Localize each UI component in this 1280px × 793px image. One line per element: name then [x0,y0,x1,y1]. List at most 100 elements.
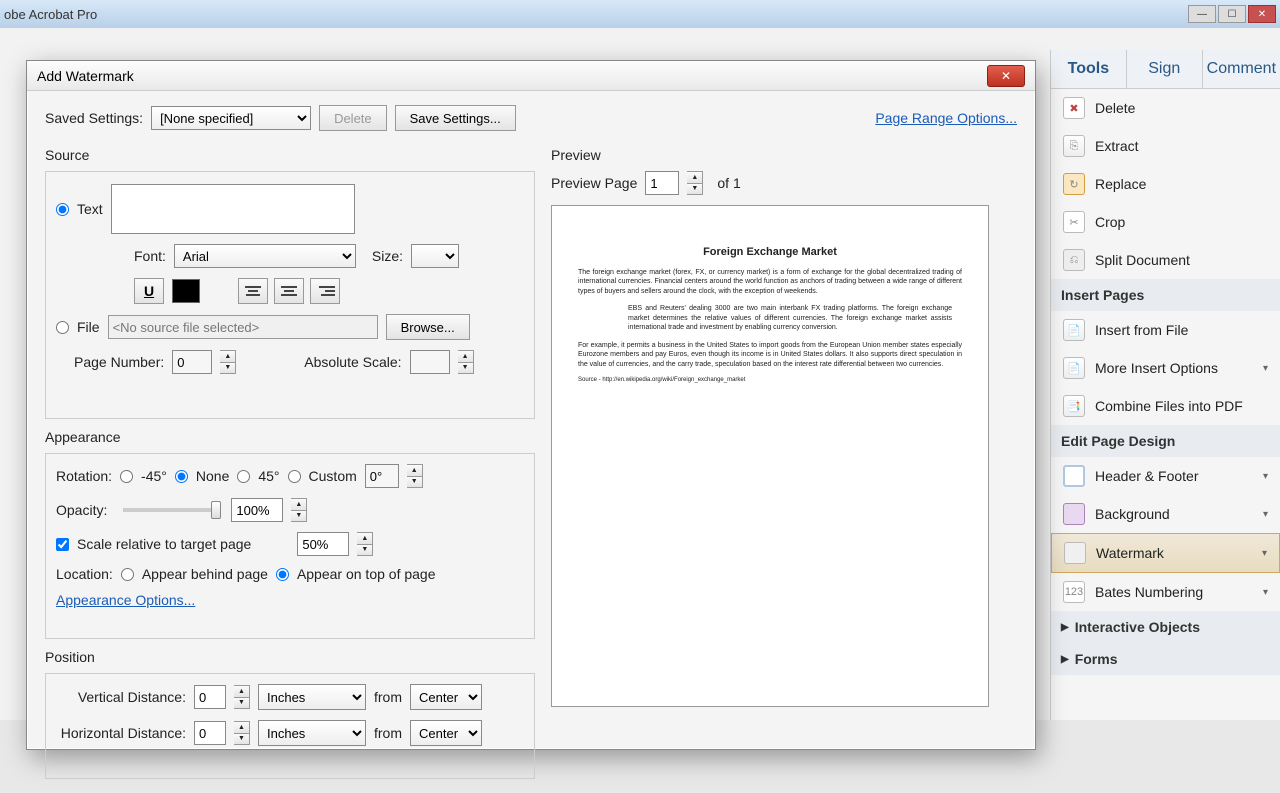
tab-sign[interactable]: Sign [1127,50,1203,88]
file-radio-label: File [77,319,100,335]
rotation-label: Rotation: [56,468,112,484]
vertical-from-select[interactable]: Center [410,684,482,710]
size-select[interactable] [411,244,459,268]
rotation-custom-radio[interactable] [288,470,301,483]
page-number-input[interactable] [172,350,212,374]
split-icon: ⎌ [1063,249,1085,271]
preview-source: Source - http://en.wikipedia.org/wiki/Fo… [578,377,745,383]
absolute-scale-input[interactable] [410,350,450,374]
app-title: obe Acrobat Pro [4,7,97,22]
color-swatch[interactable] [172,279,200,303]
interactive-objects-header[interactable]: ▶Interactive Objects [1051,611,1280,643]
align-right-button[interactable] [310,278,340,304]
right-rail: Tools Sign Comment ✖Delete ⎘Extract ↻Rep… [1050,50,1280,720]
preview-paragraph: The foreign exchange market (forex, FX, … [578,268,962,296]
rail-insert-from-file[interactable]: 📄Insert from File [1051,311,1280,349]
source-text-radio[interactable] [56,203,69,216]
appearance-options-link[interactable]: Appearance Options... [56,592,195,608]
file-path-field [108,315,378,339]
forms-header[interactable]: ▶Forms [1051,643,1280,675]
rail-delete[interactable]: ✖Delete [1051,89,1280,127]
chevron-down-icon: ▾ [1263,587,1268,598]
preview-page-label: Preview Page [551,175,637,191]
close-button[interactable]: ✕ [1248,5,1276,23]
page-number-spinner[interactable]: ▲▼ [220,350,236,374]
rotation-neg45-radio[interactable] [120,470,133,483]
minimize-button[interactable]: — [1188,5,1216,23]
combine-icon: 📑 [1063,395,1085,417]
rail-combine-pdf[interactable]: 📑Combine Files into PDF [1051,387,1280,425]
font-label: Font: [134,248,166,264]
rotation-none-radio[interactable] [175,470,188,483]
save-settings-button[interactable]: Save Settings... [395,105,516,131]
rotation-spinner[interactable]: ▲▼ [407,464,423,488]
rail-header-footer[interactable]: Header & Footer▾ [1051,457,1280,495]
rail-replace[interactable]: ↻Replace [1051,165,1280,203]
underline-button[interactable]: U [134,278,164,304]
location-behind-radio[interactable] [121,568,134,581]
background-icon [1063,503,1085,525]
location-top-radio[interactable] [276,568,289,581]
extract-icon: ⎘ [1063,135,1085,157]
delete-button[interactable]: Delete [319,105,387,131]
scale-spinner[interactable]: ▲▼ [357,532,373,556]
browse-button[interactable]: Browse... [386,314,470,340]
bates-icon: 123 [1063,581,1085,603]
crop-icon: ✂ [1063,211,1085,233]
dialog-title: Add Watermark [37,68,134,84]
rotation-45-radio[interactable] [237,470,250,483]
watermark-text-input[interactable] [111,184,355,234]
slider-thumb[interactable] [211,501,221,519]
titlebar: obe Acrobat Pro — ☐ ✕ [0,0,1280,28]
saved-settings-select[interactable]: [None specified] [151,106,311,130]
rail-bates[interactable]: 123Bates Numbering▾ [1051,573,1280,611]
tab-tools[interactable]: Tools [1051,50,1127,88]
font-select[interactable]: Arial [174,244,356,268]
rail-extract[interactable]: ⎘Extract [1051,127,1280,165]
horizontal-distance-input[interactable] [194,721,226,745]
triangle-right-icon: ▶ [1061,622,1069,633]
tab-comment[interactable]: Comment [1203,50,1280,88]
dialog-close-button[interactable]: ✕ [987,65,1025,87]
replace-icon: ↻ [1063,173,1085,195]
align-center-button[interactable] [274,278,304,304]
appearance-label: Appearance [45,429,535,445]
rotation-custom-input[interactable] [365,464,399,488]
more-insert-icon: 📄 [1063,357,1085,379]
vertical-unit-select[interactable]: Inches [258,684,366,710]
chevron-down-icon: ▾ [1262,548,1267,559]
preview-page-input[interactable] [645,171,679,195]
opacity-slider[interactable] [123,508,215,512]
maximize-button[interactable]: ☐ [1218,5,1246,23]
rail-more-insert[interactable]: 📄More Insert Options▾ [1051,349,1280,387]
rail-background[interactable]: Background▾ [1051,495,1280,533]
chevron-down-icon: ▾ [1263,471,1268,482]
page-range-options-link[interactable]: Page Range Options... [875,110,1017,126]
add-watermark-dialog: Add Watermark ✕ Saved Settings: [None sp… [26,60,1036,750]
header-footer-icon [1063,465,1085,487]
text-radio-label: Text [77,201,103,217]
position-label: Position [45,649,535,665]
source-file-radio[interactable] [56,321,69,334]
rail-watermark[interactable]: Watermark▾ [1051,533,1280,573]
scale-input[interactable] [297,532,349,556]
opacity-spinner[interactable]: ▲▼ [291,498,307,522]
rail-crop[interactable]: ✂Crop [1051,203,1280,241]
horizontal-from-select[interactable]: Center [410,720,482,746]
scale-relative-checkbox[interactable] [56,538,69,551]
rail-split[interactable]: ⎌Split Document [1051,241,1280,279]
absolute-scale-spinner[interactable]: ▲▼ [458,350,474,374]
align-left-button[interactable] [238,278,268,304]
preview-doc-title: Foreign Exchange Market [703,246,837,258]
saved-settings-label: Saved Settings: [45,110,143,126]
size-label: Size: [372,248,403,264]
vertical-distance-input[interactable] [194,685,226,709]
source-label: Source [45,147,535,163]
opacity-input[interactable] [231,498,283,522]
vertical-distance-label: Vertical Distance: [56,689,186,705]
hdist-spinner[interactable]: ▲▼ [234,721,250,745]
horizontal-unit-select[interactable]: Inches [258,720,366,746]
vdist-spinner[interactable]: ▲▼ [234,685,250,709]
preview-page-spinner[interactable]: ▲▼ [687,171,703,195]
page-number-label: Page Number: [74,354,164,370]
